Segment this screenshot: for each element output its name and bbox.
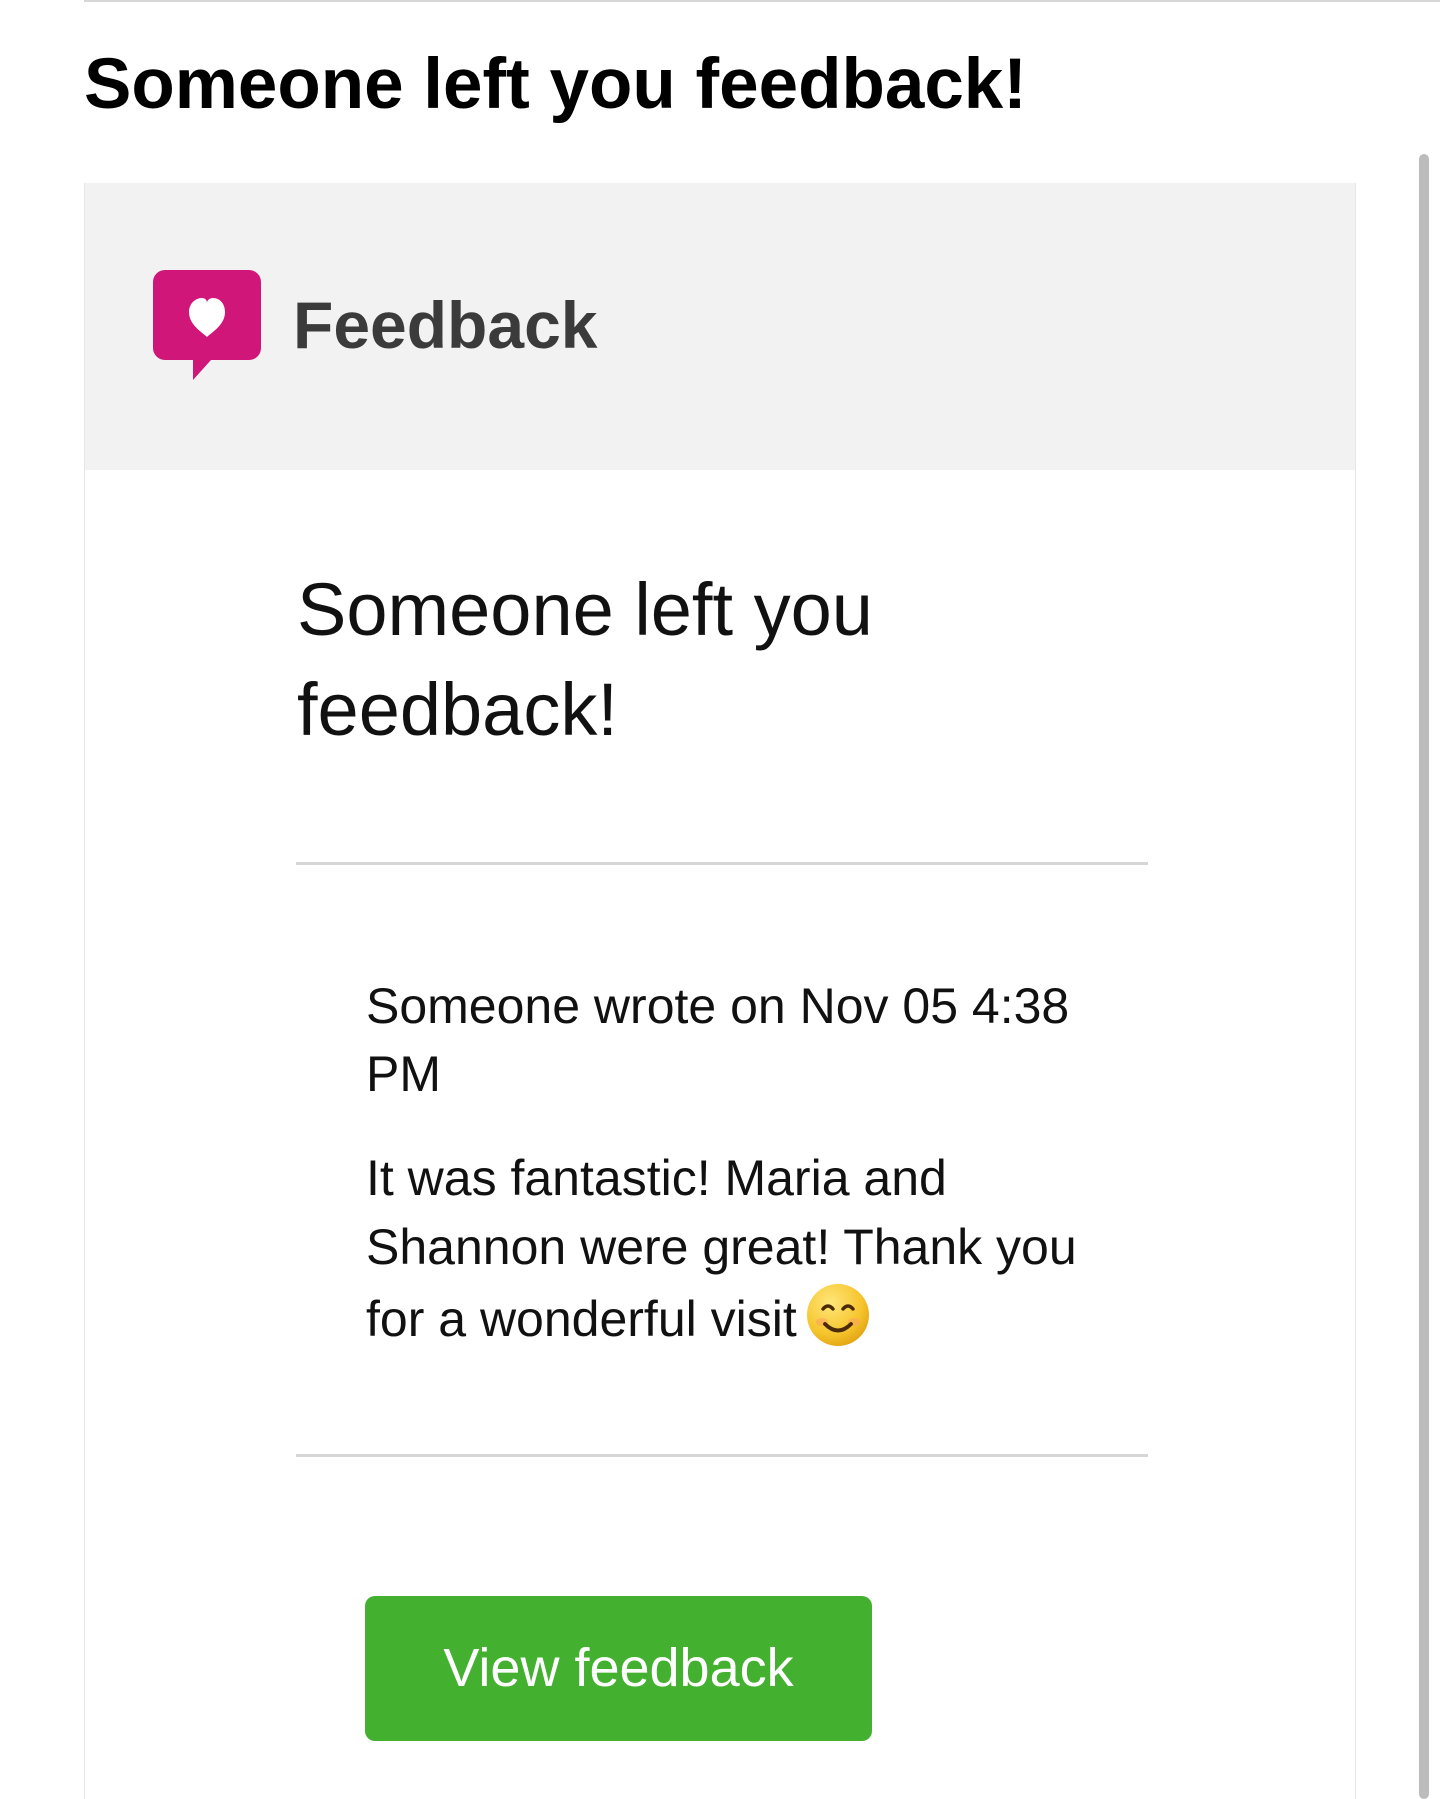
view-feedback-button[interactable]: View feedback [365,1596,872,1741]
email-subject: Someone left you feedback! [84,45,1027,124]
email-view: Someone left you feedback! Feedback Some… [0,0,1440,1799]
brand-logo: Feedback [153,270,597,380]
smiling-face-icon [806,1284,869,1346]
content-divider [296,1454,1148,1457]
feedback-comment: It was fantastic! Maria and Shannon were… [366,1144,1086,1354]
vertical-scrollbar[interactable] [1419,154,1429,1799]
feedback-comment-text: It was fantastic! Maria and Shannon were… [366,1150,1077,1347]
heart-speech-bubble-icon [153,270,261,380]
feedback-heading: Someone left you feedback! [297,568,873,751]
brand-name: Feedback [293,288,598,362]
email-card: Feedback Someone left you feedback! Some… [84,183,1356,1799]
top-divider [84,0,1440,2]
email-header-banner: Feedback [85,183,1355,470]
content-divider [296,862,1148,865]
feedback-meta: Someone wrote on Nov 05 4:38 PM [366,978,1070,1102]
